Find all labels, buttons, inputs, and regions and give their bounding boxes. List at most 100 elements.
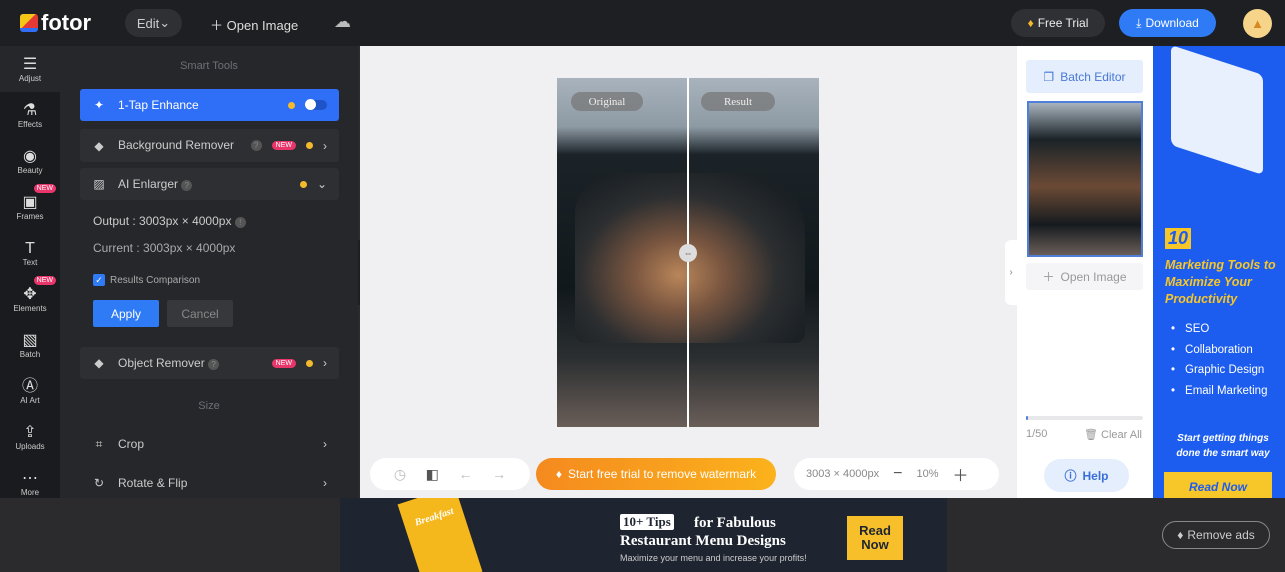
eye-icon: ◉ [23, 147, 37, 165]
side-advertisement[interactable]: 10 Marketing Tools to Maximize Your Prod… [1153, 46, 1285, 498]
rail-item-frames[interactable]: ▣ Frames NEW [0, 184, 60, 230]
rail-item-batch[interactable]: ▧ Batch [0, 322, 60, 368]
undo-icon[interactable]: ← [459, 466, 473, 482]
chevron-right-icon: › [323, 437, 327, 451]
download-button[interactable]: ⤓ Download [1119, 9, 1216, 37]
fotor-logo[interactable]: fotor [20, 10, 91, 36]
clear-all-button[interactable]: 🗑 Clear All [1084, 428, 1142, 441]
image-thumbnail[interactable] [1027, 101, 1143, 257]
progress-fill [1026, 416, 1029, 420]
tool-object-remover[interactable]: ◆ Object Remover ? NEW › [80, 347, 339, 379]
cloud-icon[interactable]: ☁ [334, 12, 351, 32]
remove-ads-button[interactable]: ♦ Remove ads [1162, 521, 1270, 549]
premium-dot [288, 101, 295, 109]
tool-label: Background Remover [118, 138, 235, 152]
info-icon[interactable]: ! [234, 217, 246, 228]
banner-read-now-button[interactable]: Read Now [847, 516, 903, 560]
question-icon: ⓘ [1064, 469, 1077, 483]
rail-item-adjust[interactable]: ☰ Adjust [0, 46, 60, 92]
enhance-toggle[interactable] [305, 99, 327, 110]
premium-dot [299, 180, 307, 188]
bottom-banner-ad[interactable]: Breakfast 10+ Tips for Fabulous Restaura… [340, 498, 947, 572]
rail-item-ai-art[interactable]: Ⓐ AI Art [0, 368, 60, 414]
crop-icon: ⌗ [95, 436, 103, 451]
laptop-illustration [1171, 46, 1263, 175]
help-label: Help [1082, 468, 1109, 483]
new-badge: NEW [271, 358, 296, 368]
comparison-image[interactable]: Original Result ⇔ [557, 78, 819, 427]
rail-item-label: Adjust [18, 73, 42, 83]
ad-number: 10 [1165, 228, 1192, 249]
remove-ads-label: Remove ads [1187, 528, 1255, 542]
batch-editor-label: Batch Editor [1060, 69, 1126, 84]
rail-item-uploads[interactable]: ⇪ Uploads [0, 414, 60, 460]
rail-item-effects[interactable]: ⚗ Effects [0, 92, 60, 138]
banner-tips: 10+ Tips [620, 514, 674, 530]
new-badge: NEW [33, 276, 56, 285]
chevron-right-icon: › [323, 138, 327, 153]
tool-ai-enlarger[interactable]: ▨ AI Enlarger ? ⌄ [80, 168, 339, 200]
layers-icon: ❐ [1043, 69, 1055, 84]
expand-right-panel-button[interactable]: › [1005, 240, 1017, 305]
download-label: Download [1145, 16, 1199, 30]
cancel-button[interactable]: Cancel [167, 300, 233, 327]
ad-list-item: SEO [1171, 319, 1267, 340]
banner-subtitle: Maximize your menu and increase your pro… [620, 553, 807, 563]
zoom-in-button[interactable]: ＋ [952, 462, 968, 486]
rail-item-elements[interactable]: ✥ Elements NEW [0, 276, 60, 322]
canvas: Original Result ⇔ ◷ ◧ ← → ♦ Start free trial… [360, 46, 1017, 498]
zoom-level: 10% [916, 468, 939, 480]
eraser-icon: ◆ [94, 356, 104, 370]
open-image-button[interactable]: ＋ Open Image [210, 15, 298, 34]
help-button[interactable]: ⓘ Help [1044, 459, 1129, 492]
tool-background-remover[interactable]: ◆ Background Remover ? NEW › [80, 129, 339, 162]
checkmark-icon: ✓ [93, 274, 105, 286]
open-image-label: Open Image [226, 18, 299, 33]
compare-icon[interactable]: ◧ [426, 466, 439, 483]
help-icon[interactable]: ? [181, 180, 193, 191]
open-image-button[interactable]: ＋ Open Image [1026, 263, 1143, 290]
batch-editor-button[interactable]: ❐ Batch Editor [1026, 60, 1143, 93]
chevron-right-icon: › [323, 356, 327, 370]
diamond-icon: ♦ [1177, 528, 1184, 542]
tool-crop[interactable]: ⌗ Crop › [80, 428, 339, 460]
free-trial-button[interactable]: ♦ Free Trial [1011, 9, 1105, 37]
trash-icon: 🗑 [1084, 429, 1098, 441]
output-text: Output : 3003px × 4000px [93, 214, 232, 228]
remove-watermark-button[interactable]: ♦ Start free trial to remove watermark [536, 458, 776, 490]
apply-button[interactable]: Apply [93, 300, 159, 327]
tool-label: 1-Tap Enhance [118, 98, 199, 112]
history-icon[interactable]: ◷ [394, 466, 406, 483]
rail-item-label: Text [22, 257, 38, 267]
tool-rotate-flip[interactable]: ↻ Rotate & Flip › [80, 467, 339, 499]
help-icon[interactable]: ? [208, 359, 220, 370]
rail-item-label: Beauty [17, 165, 43, 175]
clear-all-label: Clear All [1101, 429, 1142, 441]
rail-item-beauty[interactable]: ◉ Beauty [0, 138, 60, 184]
tool-1-tap-enhance[interactable]: ✦ 1-Tap Enhance [80, 89, 339, 121]
edit-label: Edit [136, 15, 160, 31]
zoom-out-button[interactable]: − [893, 465, 902, 483]
help-icon[interactable]: ? [250, 140, 262, 151]
edit-menu-button[interactable]: Edit ⌄ [125, 9, 182, 37]
avatar[interactable]: ▲ [1243, 9, 1272, 38]
ai-icon: Ⓐ [21, 377, 38, 395]
rail-item-more[interactable]: ⋯ More [0, 460, 60, 506]
chevron-right-icon: › [323, 476, 327, 490]
premium-dot [306, 359, 313, 367]
rotate-icon: ↻ [93, 476, 105, 490]
rail-item-label: More [20, 487, 40, 497]
image-dimensions: 3003 × 4000px [806, 468, 880, 480]
rail-item-text[interactable]: T Text [0, 230, 60, 276]
redo-icon[interactable]: → [492, 466, 506, 482]
ad-read-now-button[interactable]: Read Now [1164, 472, 1272, 498]
plus-icon: ＋ [210, 18, 227, 33]
original-label: Original [571, 92, 643, 111]
shapes-icon: ✥ [23, 285, 37, 303]
banner-title: Restaurant Menu Designs [620, 533, 786, 549]
current-size: Current : 3003px × 4000px [93, 241, 236, 255]
tool-label: Object Remover [118, 356, 205, 370]
results-comparison-checkbox[interactable]: ✓ Results Comparison [93, 274, 200, 286]
drag-handle-icon[interactable]: ⇔ [679, 244, 697, 262]
rail-item-label: Uploads [15, 441, 45, 451]
